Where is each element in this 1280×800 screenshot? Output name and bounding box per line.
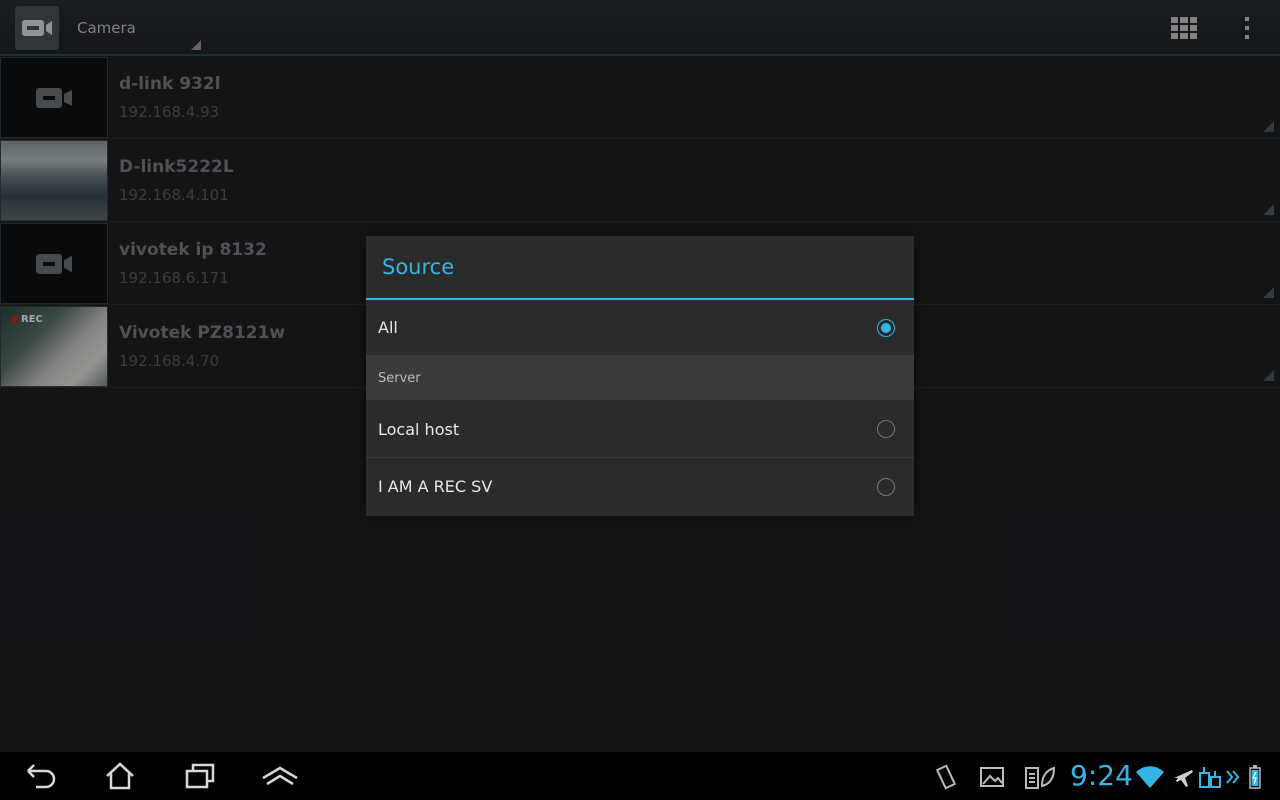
radio-button-all[interactable]: [877, 318, 895, 337]
option-label: Local host: [378, 419, 460, 439]
radio-button-rec-server[interactable]: [877, 477, 895, 496]
clock[interactable]: 9:24: [1070, 759, 1133, 792]
section-header-server: Server: [366, 356, 914, 401]
wifi-icon[interactable]: [1136, 764, 1164, 790]
radio-button-local-host[interactable]: [877, 420, 895, 438]
home-icon[interactable]: [100, 760, 140, 792]
back-icon[interactable]: [20, 760, 60, 792]
dialog-title: Source: [366, 236, 914, 300]
option-rec-server[interactable]: I AM A REC SV: [366, 458, 914, 515]
system-bar: 9:24: [0, 752, 1280, 800]
source-dialog: Source All Server Local host I AM A REC …: [366, 236, 914, 516]
battery-icon[interactable]: [1249, 764, 1261, 790]
battery-saver-icon[interactable]: [1024, 764, 1056, 790]
rotation-lock-icon[interactable]: [933, 764, 959, 790]
airplane-icon[interactable]: [1172, 764, 1194, 790]
menu-up-icon[interactable]: [260, 760, 300, 792]
option-all[interactable]: All: [366, 300, 914, 356]
usb-icon[interactable]: [1198, 764, 1222, 790]
option-label: I AM A REC SV: [378, 477, 493, 496]
option-label: All: [378, 318, 398, 337]
option-local-host[interactable]: Local host: [366, 401, 914, 458]
gallery-icon[interactable]: [980, 764, 1004, 790]
chevron-icon[interactable]: [1226, 764, 1240, 790]
recent-apps-icon[interactable]: [180, 760, 220, 792]
